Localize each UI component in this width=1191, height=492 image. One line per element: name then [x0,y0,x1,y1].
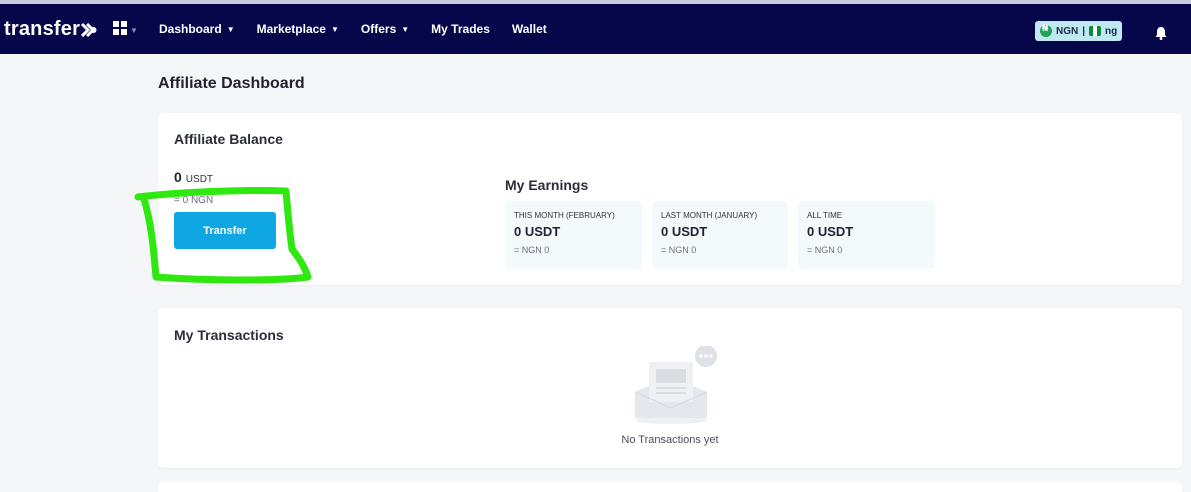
logo-x-mark-icon [81,22,97,37]
nav-wallet[interactable]: Wallet [512,22,547,36]
chevron-down-icon: ▼ [330,24,339,34]
earning-value: 0 USDT [807,224,854,239]
earning-all-time: ALL TIME 0 USDT = NGN 0 [798,201,935,269]
balance-amount-value: 0 [174,169,182,185]
currency-code: NGN [1056,25,1079,37]
no-transactions-text: No Transactions yet [621,434,719,446]
logo[interactable]: transfer [4,18,97,41]
earning-ngn: = NGN 0 [661,245,697,255]
naira-coin-icon [1040,24,1052,37]
nav-wallet-label: Wallet [511,22,547,36]
locale-code: ng [1105,25,1118,37]
apps-menu-button[interactable]: ▼ [113,20,139,40]
highlight-annotation [134,186,312,284]
earning-ngn: = NGN 0 [807,245,843,255]
nigeria-flag-icon [1089,26,1102,36]
nav-offers[interactable]: Offers ▼ [361,22,409,36]
my-transactions-heading: My Transactions [174,327,284,343]
currency-selector[interactable]: NGN | ng [1035,21,1123,41]
nav-dashboard[interactable]: Dashboard ▼ [159,22,235,36]
nav-my-trades-label: My Trades [431,22,490,36]
empty-inbox-icon [634,346,717,424]
balance-amount: 0 USDT [174,169,213,185]
chevron-down-icon: ▼ [401,24,410,34]
nav-marketplace-label: Marketplace [256,22,326,36]
earning-label: ALL TIME [807,211,843,220]
my-transactions-card: My Transactions No Transactions yet [158,308,1182,468]
top-navbar: transfer ▼ Dashboard ▼ Marketplace ▼ Off… [0,0,1191,54]
chevron-down-icon: ▼ [226,24,235,34]
nav-marketplace[interactable]: Marketplace ▼ [257,22,339,36]
earning-last-month: LAST MONTH (JANUARY) 0 USDT = NGN 0 [652,201,788,269]
grid-icon [113,20,127,40]
my-earnings-heading: My Earnings [505,177,589,193]
currency-separator: | [1082,25,1086,37]
affiliate-balance-heading: Affiliate Balance [174,131,283,147]
main-nav: Dashboard ▼ Marketplace ▼ Offers ▼ My Tr… [159,22,569,36]
earning-this-month: THIS MONTH (FEBRUARY) 0 USDT = NGN 0 [505,201,642,269]
page-title: Affiliate Dashboard [158,75,305,92]
earning-label: THIS MONTH (FEBRUARY) [514,211,615,220]
chevron-down-icon: ▼ [130,25,138,35]
earning-value: 0 USDT [514,224,561,239]
earning-value: 0 USDT [661,224,708,239]
logo-text: transfer [4,18,81,40]
nav-dashboard-label: Dashboard [159,22,222,36]
nav-offers-label: Offers [360,22,397,36]
earning-label: LAST MONTH (JANUARY) [661,211,758,220]
nav-my-trades[interactable]: My Trades [431,22,490,36]
next-card [158,482,1182,492]
earning-ngn: = NGN 0 [514,245,550,255]
bell-icon[interactable] [1154,26,1168,40]
balance-unit: USDT [185,174,214,185]
